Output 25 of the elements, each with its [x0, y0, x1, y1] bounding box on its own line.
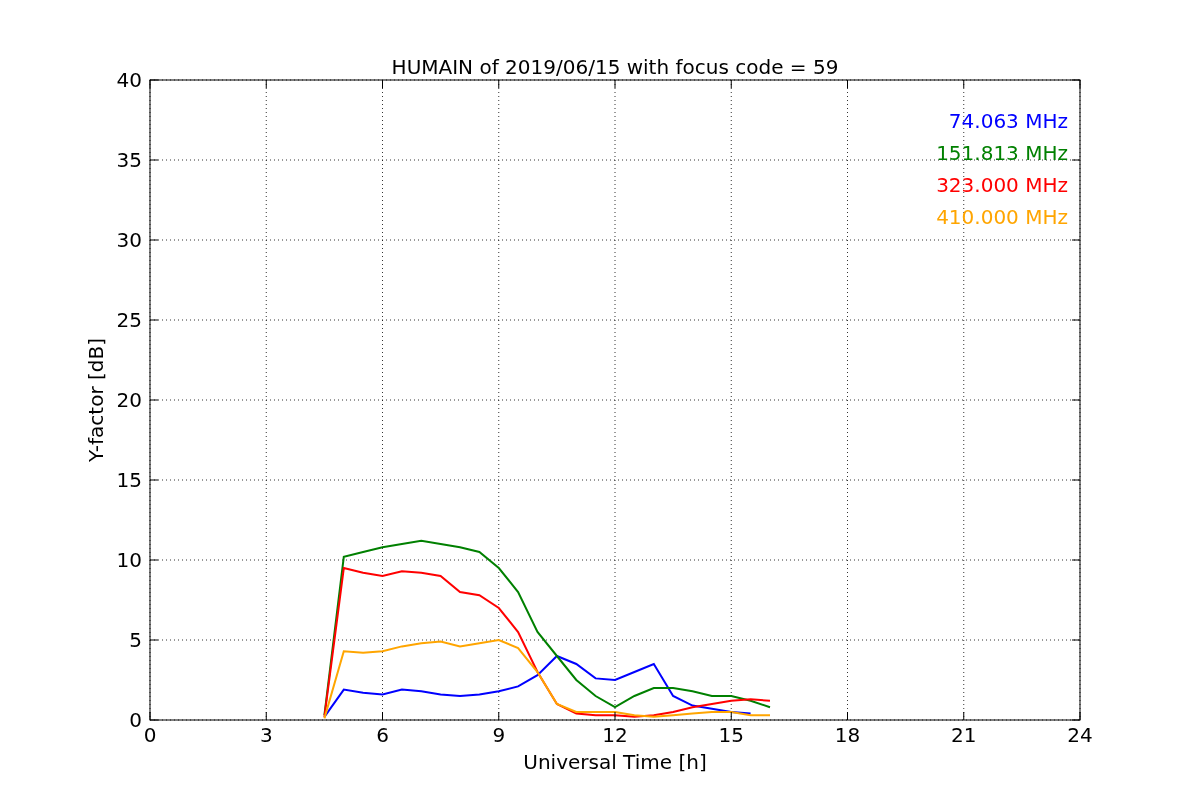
chart-title: HUMAIN of 2019/06/15 with focus code = 59 — [391, 55, 839, 79]
y-tick-label: 5 — [129, 628, 142, 652]
y-tick-label: 20 — [116, 388, 142, 412]
x-tick-label: 15 — [718, 723, 744, 747]
y-tick-label: 40 — [116, 68, 142, 92]
y-axis-label: Y-factor [dB] — [84, 338, 108, 462]
y-tick-label: 15 — [116, 468, 142, 492]
y-tick-label: 0 — [129, 708, 142, 732]
x-tick-label: 24 — [1067, 723, 1093, 747]
x-tick-label: 0 — [143, 723, 157, 747]
x-tick-label: 6 — [376, 723, 389, 747]
y-tick-label: 10 — [116, 548, 142, 572]
x-tick-label: 9 — [492, 723, 506, 747]
legend-label: 74.063 MHz — [948, 109, 1068, 133]
x-tick-label: 12 — [602, 723, 628, 747]
legend-label: 323.000 MHz — [936, 173, 1068, 197]
legend-label: 151.813 MHz — [936, 141, 1068, 165]
x-tick-label: 21 — [951, 723, 977, 747]
x-axis-label: Universal Time [h] — [523, 750, 707, 774]
legend-label: 410.000 MHz — [936, 205, 1068, 229]
x-tick-label: 18 — [834, 723, 861, 747]
y-tick-label: 35 — [116, 148, 142, 172]
y-tick-label: 30 — [116, 228, 142, 252]
x-tick-label: 3 — [259, 723, 273, 747]
y-tick-label: 25 — [116, 308, 142, 332]
